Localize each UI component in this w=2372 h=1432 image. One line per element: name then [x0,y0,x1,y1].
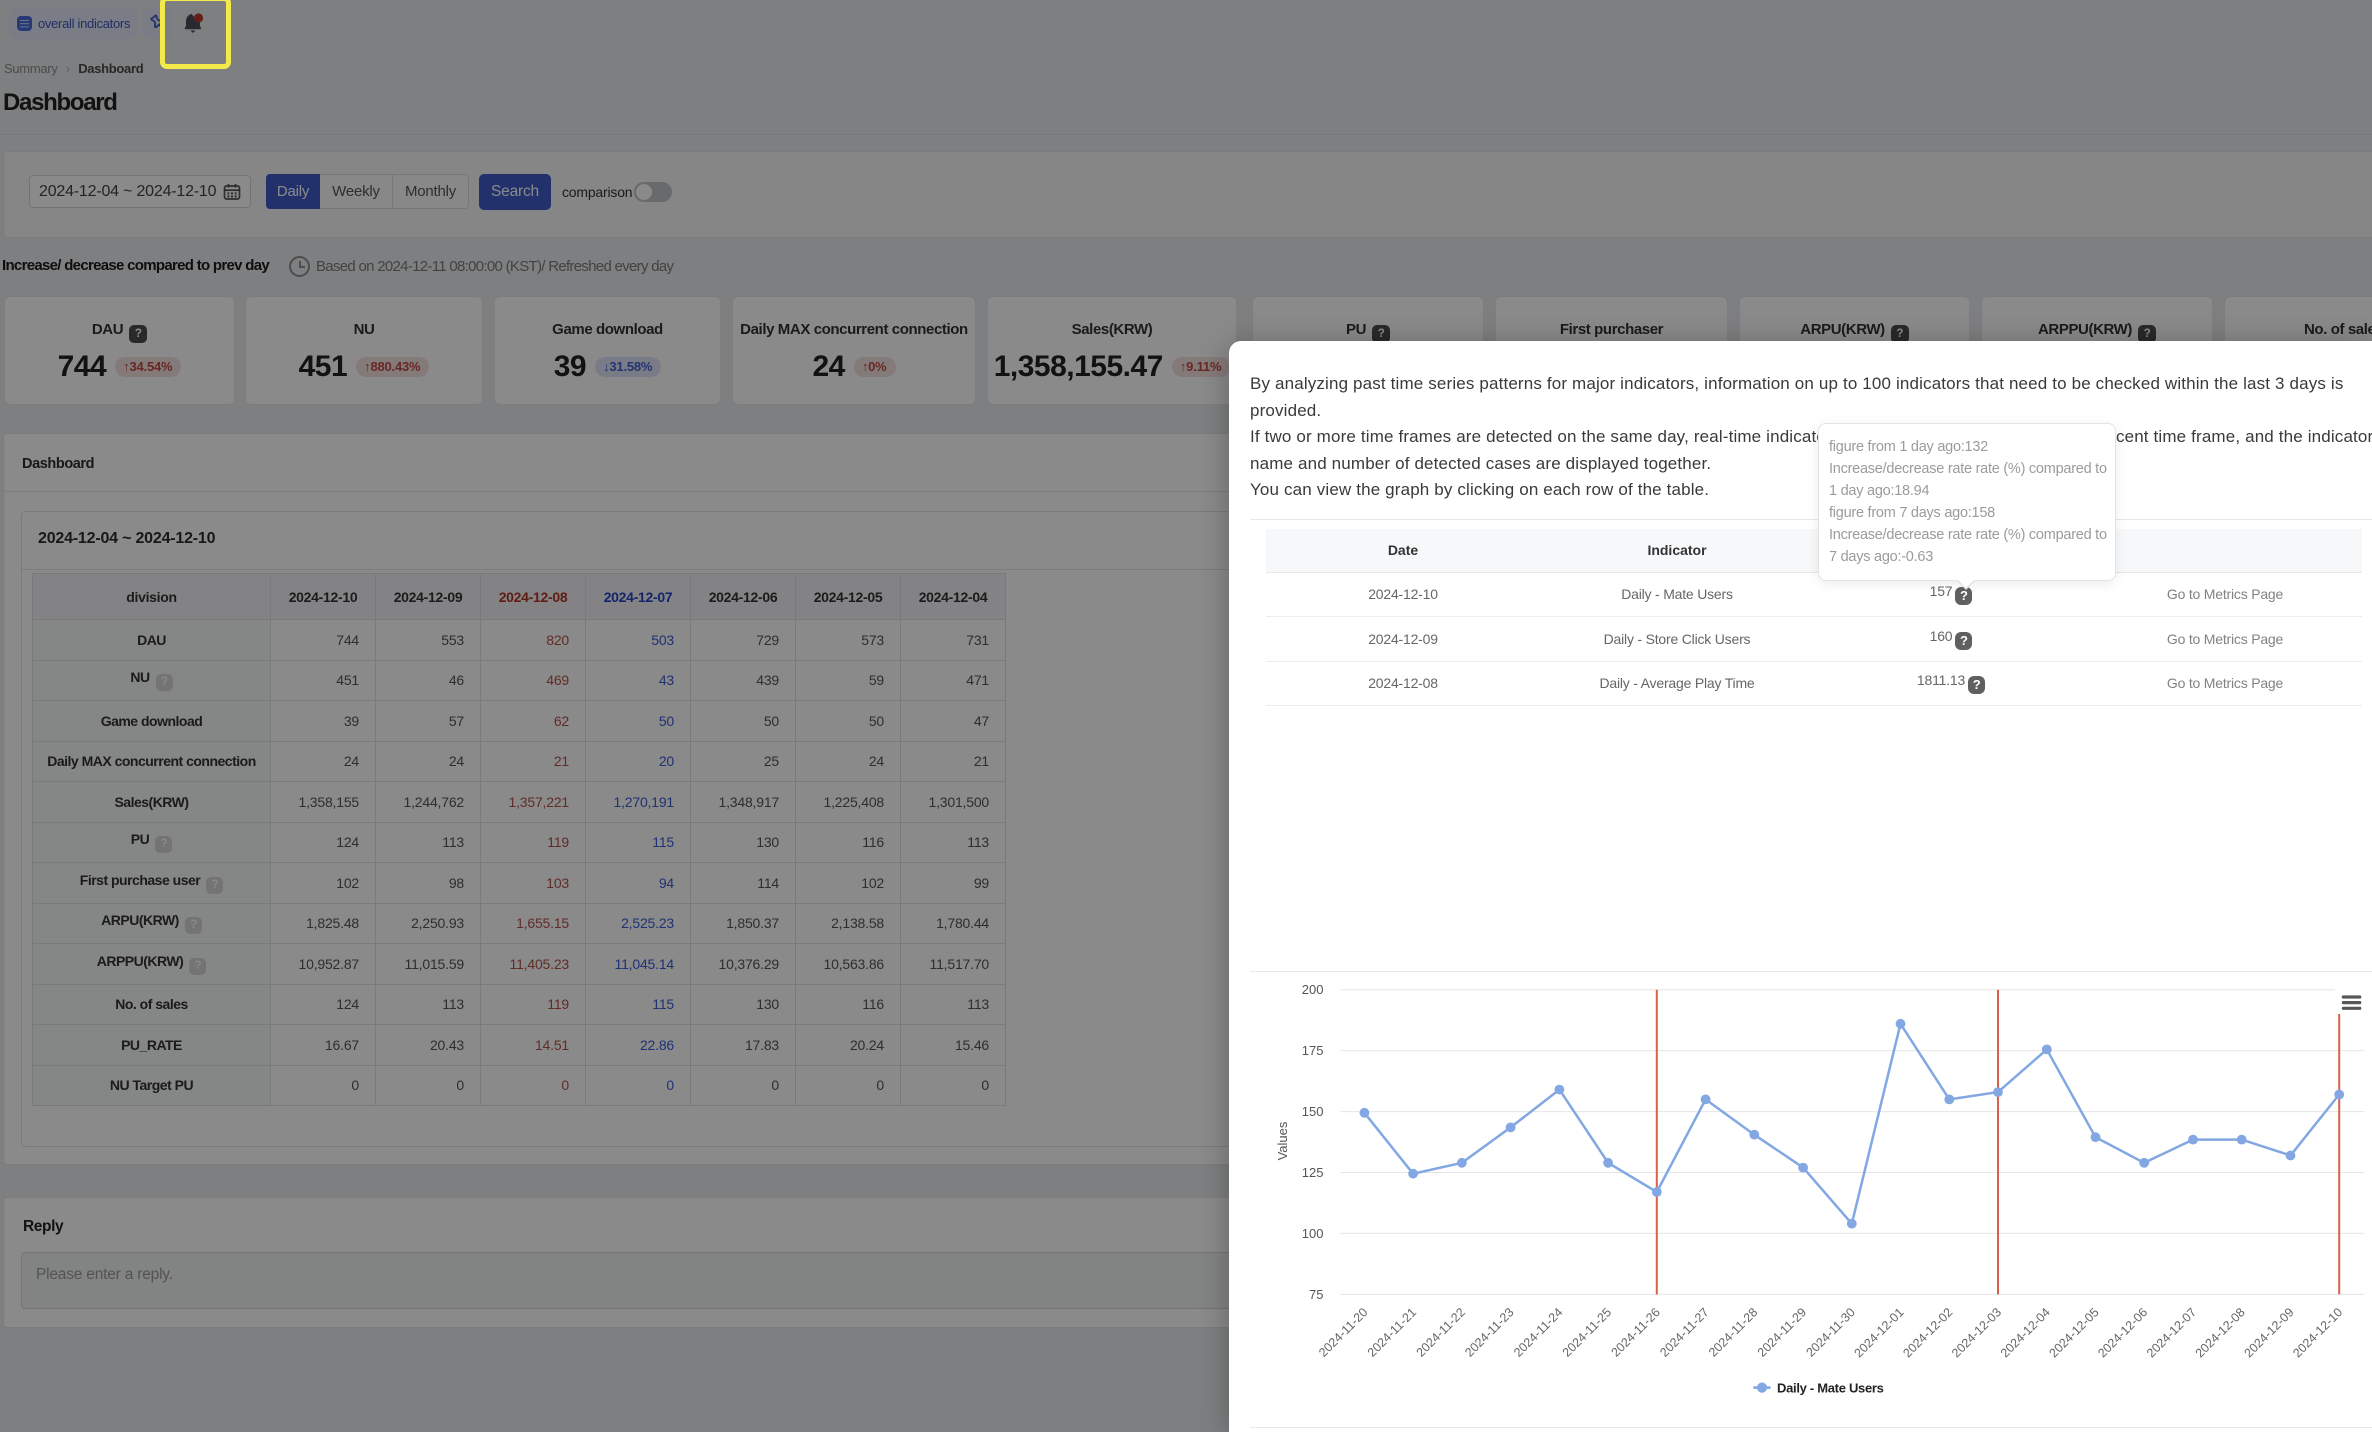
svg-text:2024-11-22: 2024-11-22 [1414,1305,1468,1359]
svg-text:2024-11-27: 2024-11-27 [1657,1305,1711,1359]
svg-text:2024-12-07: 2024-12-07 [2144,1305,2199,1360]
svg-text:2024-12-03: 2024-12-03 [1949,1305,2004,1360]
svg-text:2024-11-26: 2024-11-26 [1608,1305,1662,1359]
svg-text:175: 175 [1302,1043,1324,1058]
svg-text:2024-12-06: 2024-12-06 [2095,1305,2150,1360]
svg-text:200: 200 [1302,982,1324,997]
svg-text:2024-11-25: 2024-11-25 [1560,1305,1614,1359]
svg-text:2024-11-21: 2024-11-21 [1365,1305,1419,1359]
svg-text:2024-12-01: 2024-12-01 [1852,1305,1907,1360]
svg-text:75: 75 [1309,1287,1323,1302]
svg-text:2024-12-05: 2024-12-05 [2047,1305,2102,1360]
svg-text:150: 150 [1302,1104,1324,1119]
svg-text:Daily - Mate Users: Daily - Mate Users [1777,1380,1884,1395]
svg-text:2024-11-28: 2024-11-28 [1706,1305,1760,1359]
svg-text:2024-11-20: 2024-11-20 [1316,1305,1370,1359]
svg-text:2024-11-29: 2024-11-29 [1755,1305,1809,1359]
svg-text:2024-11-23: 2024-11-23 [1462,1305,1516,1359]
svg-text:2024-11-24: 2024-11-24 [1511,1305,1565,1359]
svg-text:125: 125 [1302,1165,1324,1180]
svg-text:2024-12-08: 2024-12-08 [2193,1305,2248,1360]
svg-text:2024-12-02: 2024-12-02 [1900,1305,1955,1360]
svg-text:2024-11-30: 2024-11-30 [1803,1305,1857,1359]
svg-text:2024-12-04: 2024-12-04 [1998,1305,2053,1360]
svg-text:2024-12-10: 2024-12-10 [2290,1305,2345,1360]
svg-text:2024-12-09: 2024-12-09 [2242,1305,2297,1360]
svg-text:Values: Values [1275,1121,1290,1160]
svg-text:100: 100 [1302,1226,1324,1241]
